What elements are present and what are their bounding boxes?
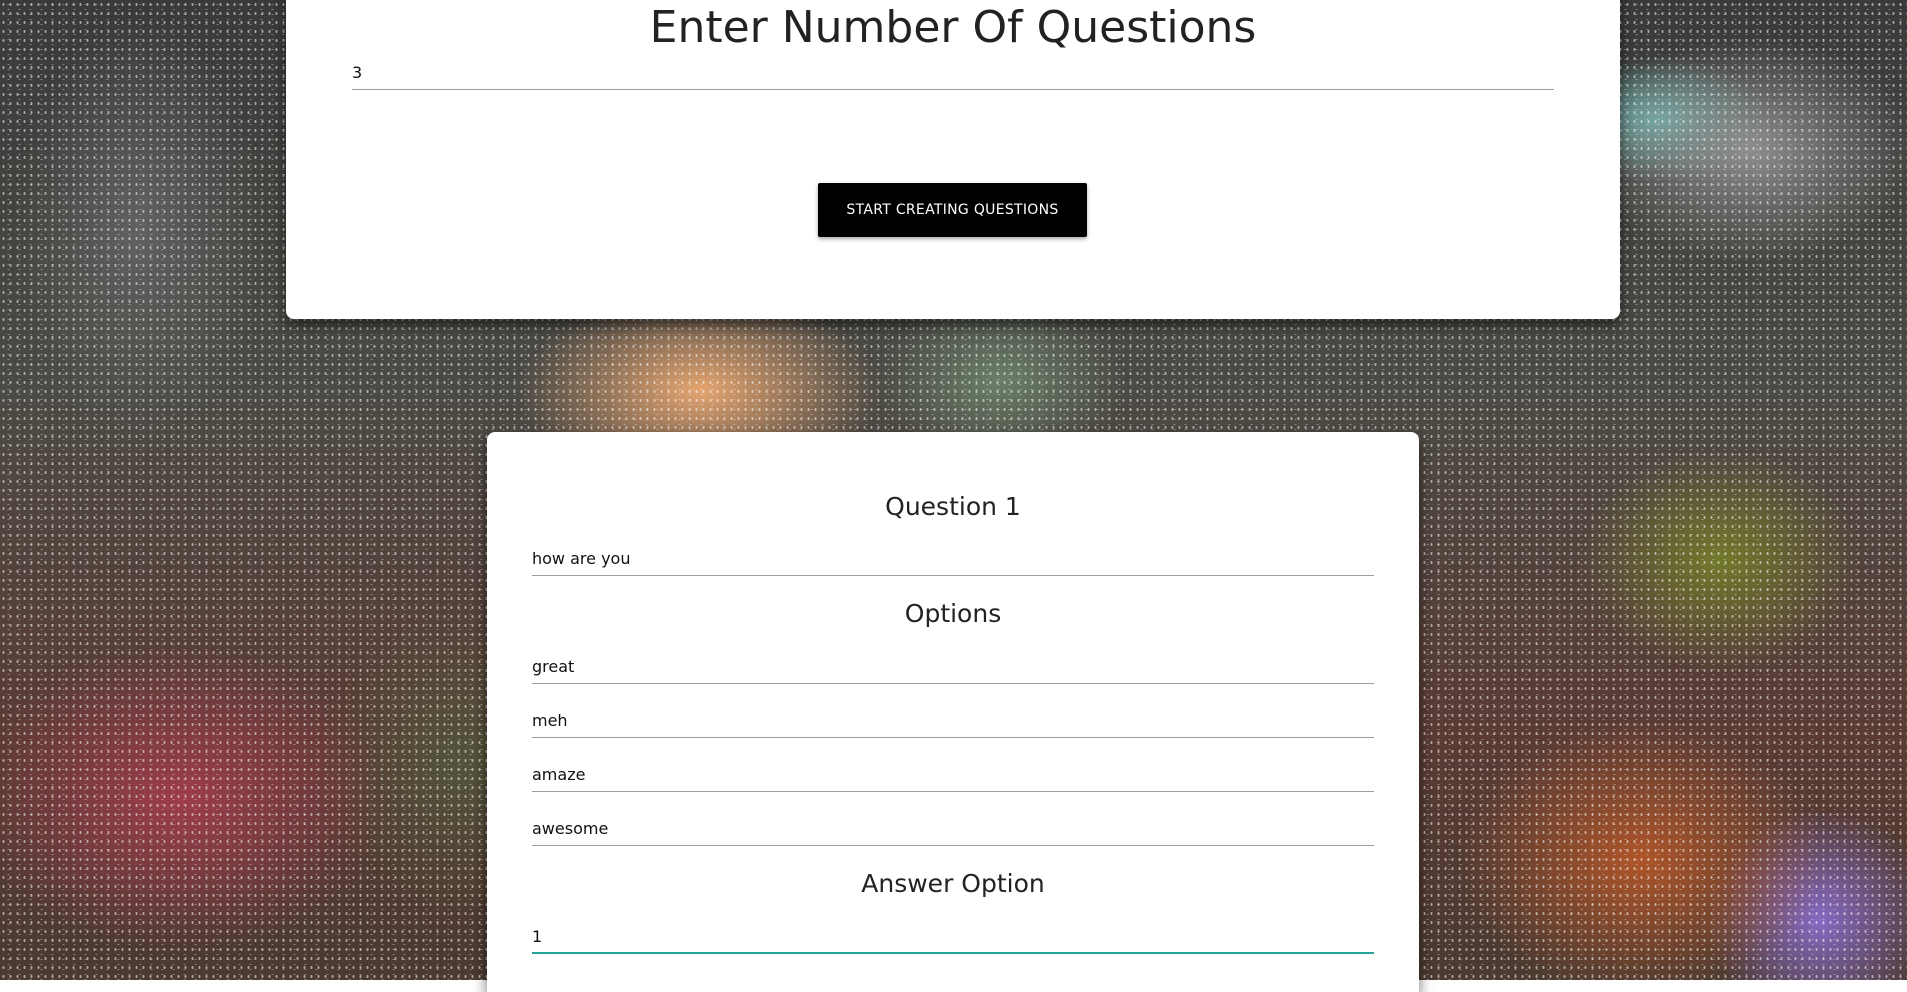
question-text-input[interactable] — [532, 542, 1374, 576]
option-1-input[interactable] — [532, 650, 1374, 684]
option-4-input[interactable] — [532, 812, 1374, 846]
question-heading: Question 1 — [885, 492, 1021, 521]
answer-option-heading: Answer Option — [861, 869, 1045, 898]
question-count-input[interactable] — [352, 56, 1554, 90]
options-heading: Options — [904, 599, 1002, 628]
question-count-card: Enter Number Of Questions START CREATING… — [286, 0, 1620, 319]
question-card: Question 1 Options Answer Option — [487, 432, 1419, 992]
page-title: Enter Number Of Questions — [649, 2, 1257, 53]
option-2-input[interactable] — [532, 704, 1374, 738]
start-creating-questions-button[interactable]: START CREATING QUESTIONS — [818, 183, 1087, 237]
answer-option-input[interactable] — [532, 920, 1374, 954]
option-3-input[interactable] — [532, 758, 1374, 792]
